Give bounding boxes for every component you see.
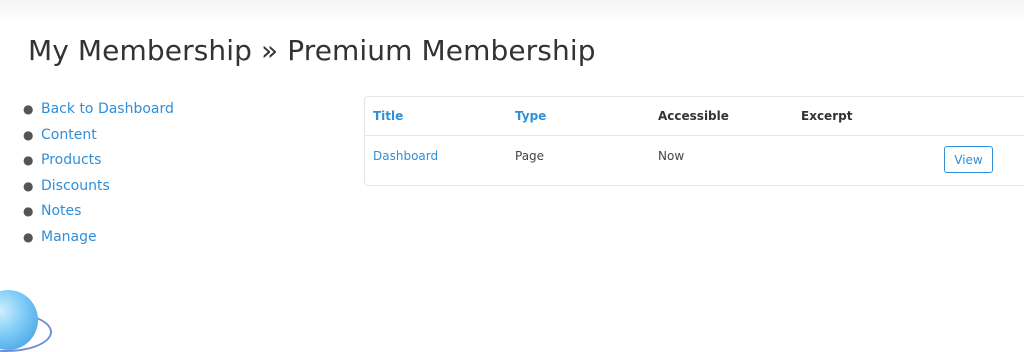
discounts-link[interactable]: Discounts [41, 178, 110, 194]
back-to-dashboard-link[interactable]: Back to Dashboard [41, 101, 174, 117]
products-link[interactable]: Products [41, 152, 101, 168]
notes-link[interactable]: Notes [41, 203, 81, 219]
bullet-dot-icon: ● [23, 229, 34, 244]
bullet-dot-icon: ● [23, 153, 34, 167]
table-header-row: Title Type Accessible Excerpt [365, 97, 1024, 136]
page-title: My Membership » Premium Membership [28, 34, 596, 67]
row-accessible: Now [658, 149, 685, 163]
column-header-title[interactable]: Title [373, 109, 403, 123]
column-header-accessible: Accessible [658, 109, 729, 123]
column-header-excerpt: Excerpt [801, 109, 853, 123]
nav-item-manage: ● Manage [23, 226, 174, 252]
bullet-dot-icon: ● [23, 204, 34, 218]
nav-item-content: ● Content [23, 124, 174, 150]
nav-item-products: ● Products [23, 149, 174, 175]
view-button[interactable]: View [944, 146, 993, 173]
table-row: Dashboard Page Now View [365, 136, 1024, 184]
column-header-type[interactable]: Type [515, 109, 546, 123]
content-table: Title Type Accessible Excerpt Dashboard … [364, 96, 1024, 186]
row-type: Page [515, 149, 545, 163]
top-shadow [0, 0, 1024, 22]
row-title-link[interactable]: Dashboard [373, 149, 438, 163]
nav-item-notes: ● Notes [23, 200, 174, 226]
bullet-dot-icon: ● [23, 102, 34, 116]
membership-nav: ● Back to Dashboard ● Content ● Products ● D… [23, 98, 174, 251]
nav-item-back-to-dashboard: ● Back to Dashboard [23, 98, 174, 124]
manage-link[interactable]: Manage [41, 229, 97, 245]
bullet-dot-icon: ● [23, 178, 34, 193]
nav-item-discounts: ● Discounts [23, 175, 174, 201]
content-link[interactable]: Content [41, 127, 97, 143]
bullet-dot-icon: ● [23, 127, 34, 142]
